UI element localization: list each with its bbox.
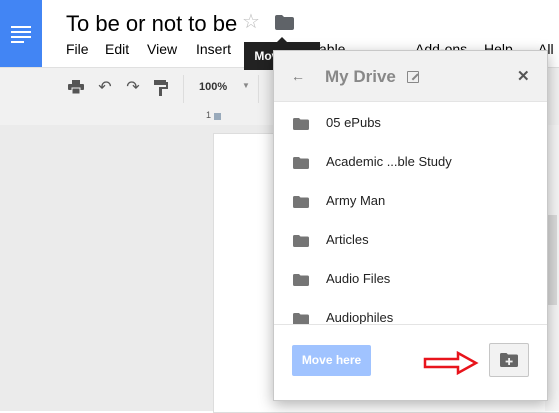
folder-icon	[293, 273, 309, 286]
docs-lines-icon	[11, 26, 31, 46]
star-icon[interactable]: ☆	[242, 11, 260, 33]
folder-name: Audiophiles	[326, 310, 394, 324]
folder-icon	[293, 234, 309, 247]
close-icon[interactable]: ✕	[517, 67, 530, 85]
redo-icon[interactable]: ↷	[124, 80, 142, 96]
list-item[interactable]: Army Man	[274, 180, 547, 219]
indent-marker[interactable]	[214, 113, 221, 120]
list-item[interactable]: Academic ...ble Study	[274, 141, 547, 180]
back-arrow-icon[interactable]: ←	[291, 68, 305, 84]
menu-insert[interactable]: Insert	[196, 41, 231, 57]
chevron-down-icon[interactable]: ▼	[242, 81, 250, 90]
folder-list: 05 ePubs Academic ...ble Study Army Man …	[274, 102, 547, 324]
scrollbar-thumb[interactable]	[547, 215, 557, 305]
menu-file[interactable]: File	[66, 41, 89, 57]
list-item[interactable]: Audiophiles	[274, 297, 547, 324]
folder-icon	[293, 117, 309, 130]
move-here-button[interactable]: Move here	[292, 345, 371, 376]
red-arrow-icon	[423, 351, 479, 375]
list-item[interactable]: Articles	[274, 219, 547, 258]
list-item[interactable]: 05 ePubs	[274, 102, 547, 141]
ruler-number: 1	[206, 110, 212, 120]
print-icon[interactable]	[67, 80, 85, 96]
menu-view[interactable]: View	[147, 41, 177, 57]
folder-icon[interactable]	[275, 15, 294, 30]
folder-icon	[293, 312, 309, 324]
move-to-dialog: ← My Drive ✕ 05 ePubs Academic ...ble St…	[273, 50, 548, 401]
open-in-new-icon[interactable]	[407, 71, 419, 83]
folder-icon	[293, 195, 309, 208]
document-title[interactable]: To be or not to be	[66, 11, 237, 37]
dialog-title: My Drive	[325, 67, 396, 86]
dialog-header: ← My Drive ✕	[274, 51, 547, 102]
list-item[interactable]: Audio Files	[274, 258, 547, 297]
folder-name: Academic ...ble Study	[326, 154, 452, 169]
docs-home-icon[interactable]	[0, 0, 42, 67]
new-folder-icon	[500, 353, 518, 367]
zoom-select[interactable]: 100%	[199, 81, 227, 93]
paint-format-icon[interactable]	[152, 80, 170, 96]
menu-edit[interactable]: Edit	[105, 41, 129, 57]
folder-name: Articles	[326, 232, 369, 247]
folder-icon	[293, 156, 309, 169]
folder-name: Audio Files	[326, 271, 391, 286]
folder-name: Army Man	[326, 193, 386, 208]
undo-icon[interactable]: ↶	[96, 80, 114, 96]
new-folder-button[interactable]	[489, 343, 529, 377]
dialog-footer: Move here	[274, 324, 547, 401]
folder-name: 05 ePubs	[326, 115, 381, 130]
